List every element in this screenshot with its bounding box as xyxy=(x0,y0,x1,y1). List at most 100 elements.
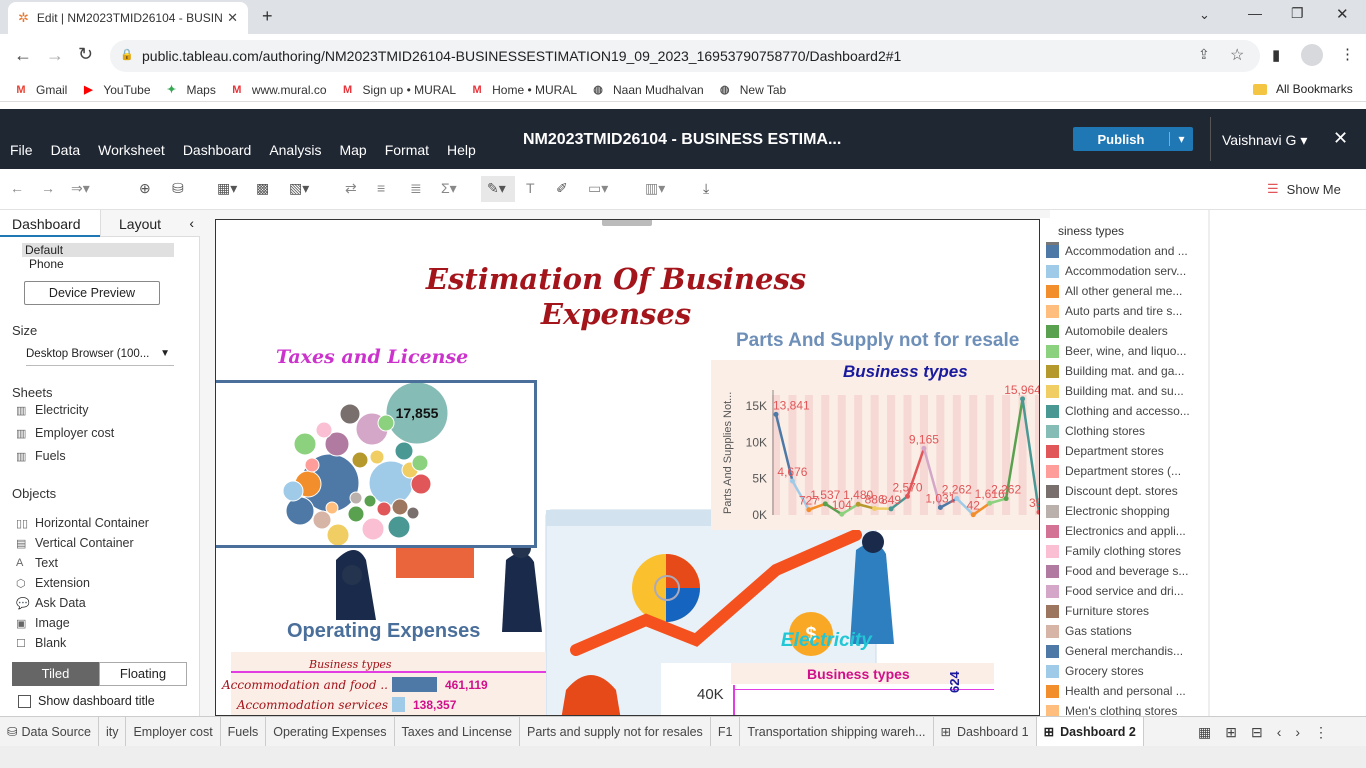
new-story-tab-icon[interactable]: ⊟ xyxy=(1251,724,1263,741)
legend-item[interactable]: Building mat. and su... xyxy=(1046,384,1184,398)
taxes-bubble-panel[interactable]: 17,855 xyxy=(216,380,537,548)
line-point[interactable] xyxy=(888,506,894,512)
sheet-item[interactable]: ▥ Employer cost xyxy=(16,426,114,440)
line-point[interactable] xyxy=(921,445,927,451)
legend-item[interactable]: Automobile dealers xyxy=(1046,324,1168,338)
menu-dashboard[interactable]: Dashboard xyxy=(183,142,252,158)
tab-search-icon[interactable]: ⌄ xyxy=(1199,7,1210,23)
scroll-left-icon[interactable]: ‹ xyxy=(1277,724,1282,741)
bubble-mark[interactable] xyxy=(304,457,320,473)
drag-handle-icon[interactable] xyxy=(602,220,652,226)
tabs-menu-icon[interactable]: ⋮ xyxy=(1314,724,1328,741)
bookmark-item[interactable]: M Gmail xyxy=(14,83,67,97)
fit-icon[interactable]: ▭▾ xyxy=(588,180,608,197)
bookmark-item[interactable]: M Home • MURAL xyxy=(470,83,577,97)
bubble-mark[interactable] xyxy=(285,496,315,526)
profile-avatar[interactable] xyxy=(1301,44,1323,66)
line-point[interactable] xyxy=(855,501,861,507)
sheet-tab[interactable]: Taxes and Lincense xyxy=(395,716,521,747)
floating-button[interactable]: Floating xyxy=(99,662,187,686)
legend-item[interactable]: Food service and dri... xyxy=(1046,584,1184,598)
legend-item[interactable]: Accommodation and ... xyxy=(1046,244,1188,258)
legend-item[interactable]: Grocery stores xyxy=(1046,664,1144,678)
url-field[interactable]: 🔒 public.tableau.com/authoring/NM2023TMI… xyxy=(110,40,1260,72)
legend-item[interactable]: Beer, wine, and liquo... xyxy=(1046,344,1186,358)
totals-icon[interactable]: Σ▾ xyxy=(441,180,457,197)
bubble-mark[interactable] xyxy=(391,498,409,516)
sheet-tab[interactable]: ⊞ Dashboard 1 xyxy=(934,716,1037,747)
tiled-button[interactable]: Tiled xyxy=(12,662,99,686)
restore-icon[interactable]: ❐ xyxy=(1291,5,1304,22)
browser-tab[interactable]: ✲ Edit | NM2023TMID26104 - BUSIN ✕ xyxy=(8,2,248,34)
publish-dropdown-icon[interactable]: ▾ xyxy=(1169,132,1193,146)
line-point[interactable] xyxy=(954,496,960,502)
bubble-mark[interactable] xyxy=(339,403,361,425)
swap-icon[interactable]: ⇄ xyxy=(345,180,357,197)
legend-item[interactable]: Food and beverage s... xyxy=(1046,564,1188,578)
bookmark-item[interactable]: M Sign up • MURAL xyxy=(341,83,456,97)
legend-item[interactable]: Accommodation serv... xyxy=(1046,264,1186,278)
format-icon[interactable]: ✐ xyxy=(556,180,568,197)
forward-icon[interactable]: → xyxy=(46,45,64,66)
legend-item[interactable]: Department stores (... xyxy=(1046,464,1181,478)
line-point[interactable] xyxy=(872,506,878,512)
bubble-mark[interactable] xyxy=(349,491,363,505)
sort-asc-icon[interactable]: ≡ xyxy=(377,180,385,196)
new-datasource-icon[interactable]: ⊕ xyxy=(139,180,151,197)
collapse-pane-icon[interactable]: ‹ xyxy=(189,215,194,231)
download-icon[interactable]: ⤓ xyxy=(703,180,709,197)
share-icon[interactable]: ⇪ xyxy=(1198,46,1210,63)
legend-item[interactable]: General merchandis... xyxy=(1046,644,1183,658)
legend-item[interactable]: All other general me... xyxy=(1046,284,1182,298)
menu-format[interactable]: Format xyxy=(385,142,429,158)
object-item[interactable]: ☐ Blank xyxy=(16,636,66,650)
sheet-item[interactable]: ▥ Electricity xyxy=(16,403,88,417)
bubble-mark[interactable] xyxy=(282,480,304,502)
side-panel-icon[interactable]: ▮ xyxy=(1272,46,1280,64)
bubble-mark[interactable] xyxy=(293,432,317,456)
menu-analysis[interactable]: Analysis xyxy=(269,142,321,158)
device-preview-button[interactable]: Device Preview xyxy=(24,281,160,305)
new-tab-icon[interactable]: + xyxy=(262,6,273,27)
bubble-mark[interactable] xyxy=(315,421,333,439)
line-point[interactable] xyxy=(773,411,779,417)
object-item[interactable]: ⬡ Extension xyxy=(16,576,90,590)
menu-file[interactable]: File xyxy=(10,142,33,158)
line-point[interactable] xyxy=(806,507,812,513)
object-item[interactable]: 💬 Ask Data xyxy=(16,596,86,610)
replay-icon[interactable]: ⇒▾ xyxy=(71,180,90,197)
chart-type-icon[interactable]: ▥▾ xyxy=(645,180,665,197)
legend-item[interactable]: Gas stations xyxy=(1046,624,1132,638)
datasource-icon[interactable]: ⛁ xyxy=(172,180,184,197)
object-item[interactable]: ▣ Image xyxy=(16,616,70,630)
sheet-tab[interactable]: Operating Expenses xyxy=(266,716,395,747)
bookmark-item[interactable]: ▶ YouTube xyxy=(81,83,150,97)
legend-item[interactable]: Clothing and accesso... xyxy=(1046,404,1190,418)
legend-item[interactable]: Health and personal ... xyxy=(1046,684,1186,698)
bubble-mark[interactable] xyxy=(351,451,369,469)
line-point[interactable] xyxy=(970,512,976,518)
bookmark-item[interactable]: Mwww.mural.co xyxy=(230,83,326,97)
legend-item[interactable]: Auto parts and tire s... xyxy=(1046,304,1182,318)
bubble-mark[interactable] xyxy=(325,501,339,515)
parts-chart-panel[interactable]: Business types Parts And Supplies Not...… xyxy=(711,360,1039,530)
browser-menu-icon[interactable]: ⋮ xyxy=(1340,45,1355,63)
object-item[interactable]: ▯▯ Horizontal Container xyxy=(16,516,149,530)
show-me-button[interactable]: ☰ Show Me xyxy=(1267,181,1341,197)
line-point[interactable] xyxy=(822,501,828,507)
close-editor-icon[interactable]: ✕ xyxy=(1333,128,1348,149)
tab-layout[interactable]: Layout ‹ xyxy=(100,210,200,237)
device-default[interactable]: Default xyxy=(22,243,174,257)
sheet-tab[interactable]: Fuels xyxy=(221,716,267,747)
bubble-mark[interactable] xyxy=(411,454,429,472)
line-point[interactable] xyxy=(1003,496,1009,502)
close-window-icon[interactable]: ✕ xyxy=(1336,5,1349,23)
legend-item[interactable]: Furniture stores xyxy=(1046,604,1149,618)
legend-item[interactable]: Family clothing stores xyxy=(1046,544,1181,558)
bubble-mark[interactable] xyxy=(326,523,350,547)
legend-item[interactable]: Men's clothing stores xyxy=(1046,704,1177,716)
menu-data[interactable]: Data xyxy=(51,142,81,158)
line-point[interactable] xyxy=(1020,396,1026,402)
back-icon[interactable]: ← xyxy=(14,45,32,66)
show-title-checkbox[interactable]: Show dashboard title xyxy=(18,694,155,708)
